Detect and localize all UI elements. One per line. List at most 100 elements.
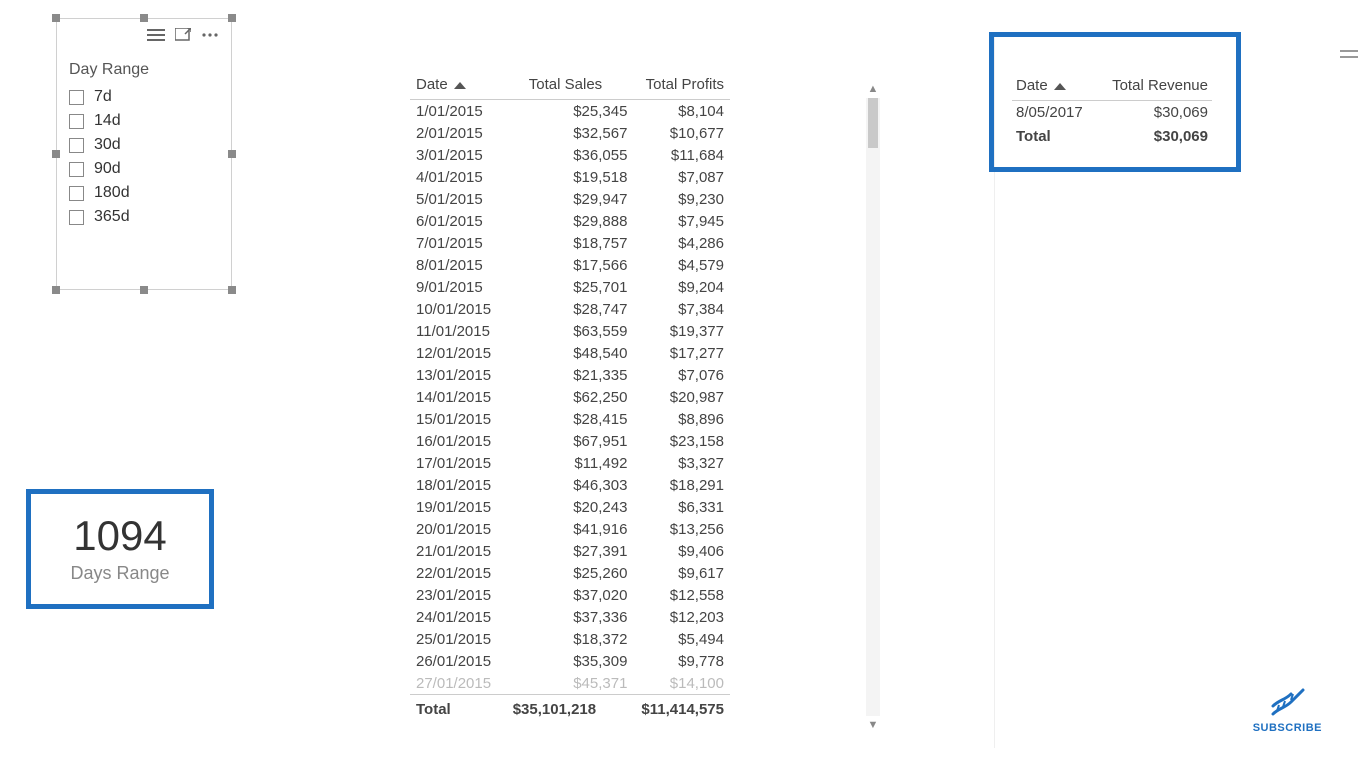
- revenue-table[interactable]: Date Total Revenue 8/05/2017$30,069Total…: [1012, 73, 1212, 148]
- slicer-option[interactable]: 7d: [69, 85, 219, 109]
- cell-date: 18/01/2015: [410, 474, 537, 496]
- cell-date: 20/01/2015: [410, 518, 537, 540]
- cell-sales: $29,947: [537, 188, 634, 210]
- cell-date: 5/01/2015: [410, 188, 537, 210]
- cell-sales: $25,260: [537, 562, 634, 584]
- cell-profits: $23,158: [633, 430, 730, 452]
- scroll-track[interactable]: [866, 98, 880, 716]
- table-row[interactable]: 16/01/2015$67,951$23,158: [410, 430, 730, 452]
- table-row[interactable]: 11/01/2015$63,559$19,377: [410, 320, 730, 342]
- table-row[interactable]: 5/01/2015$29,947$9,230: [410, 188, 730, 210]
- cell-date: 7/01/2015: [410, 232, 537, 254]
- scroll-up-icon[interactable]: ▲: [866, 82, 880, 96]
- table-row[interactable]: 13/01/2015$21,335$7,076: [410, 364, 730, 386]
- days-range-card[interactable]: 1094 Days Range: [26, 489, 214, 609]
- slicer-option[interactable]: 90d: [69, 157, 219, 181]
- resize-handle[interactable]: [140, 286, 148, 294]
- table-total-row: Total $35,101,218 $11,414,575: [410, 695, 730, 721]
- subscribe-badge[interactable]: SUBSCRIBE: [1253, 686, 1322, 734]
- cell-profits: $9,406: [633, 540, 730, 562]
- cell-profits: $9,778: [633, 650, 730, 672]
- cell-sales: $32,567: [537, 122, 634, 144]
- total-label: Total: [1012, 124, 1096, 148]
- table-row[interactable]: 26/01/2015$35,309$9,778: [410, 650, 730, 672]
- table-row[interactable]: 22/01/2015$25,260$9,617: [410, 562, 730, 584]
- cell-date: 8/05/2017: [1012, 101, 1096, 125]
- table-row[interactable]: 12/01/2015$48,540$17,277: [410, 342, 730, 364]
- more-options-icon[interactable]: [201, 32, 219, 38]
- day-range-slicer[interactable]: Day Range 7d 14d30d90d180d365d: [56, 18, 232, 290]
- table-row[interactable]: 6/01/2015$29,888$7,945: [410, 210, 730, 232]
- slicer-option-label: 7d: [94, 88, 112, 106]
- table-row[interactable]: 14/01/2015$62,250$20,987: [410, 386, 730, 408]
- vertical-scrollbar[interactable]: ▲ ▼: [866, 82, 880, 732]
- scroll-thumb[interactable]: [868, 98, 878, 148]
- checkbox-icon[interactable]: [69, 186, 84, 201]
- resize-handle[interactable]: [52, 286, 60, 294]
- resize-handle[interactable]: [228, 150, 236, 158]
- table-row[interactable]: 9/01/2015$25,701$9,204: [410, 276, 730, 298]
- cell-profits: $7,945: [633, 210, 730, 232]
- revenue-panel[interactable]: Date Total Revenue 8/05/2017$30,069Total…: [994, 34, 1364, 748]
- sales-profits-table[interactable]: Date Total Sales Total Profits 1/01/2015…: [410, 72, 880, 752]
- table-row[interactable]: 8/01/2015$17,566$4,579: [410, 254, 730, 276]
- table-row[interactable]: 10/01/2015$28,747$7,384: [410, 298, 730, 320]
- cell-profits: $7,087: [633, 166, 730, 188]
- scroll-down-icon[interactable]: ▼: [866, 718, 880, 732]
- cell-date: 12/01/2015: [410, 342, 537, 364]
- slicer-option[interactable]: 180d: [69, 181, 219, 205]
- resize-handle[interactable]: [228, 286, 236, 294]
- table-row[interactable]: 20/01/2015$41,916$13,256: [410, 518, 730, 540]
- table-row[interactable]: 17/01/2015$11,492$3,327: [410, 452, 730, 474]
- col-profits[interactable]: Total Profits: [608, 72, 730, 100]
- table-row[interactable]: 18/01/2015$46,303$18,291: [410, 474, 730, 496]
- cell-sales: $37,020: [537, 584, 634, 606]
- col-sales[interactable]: Total Sales: [493, 72, 608, 100]
- col-date[interactable]: Date: [410, 72, 493, 100]
- table-row[interactable]: 7/01/2015$18,757$4,286: [410, 232, 730, 254]
- table-row[interactable]: 19/01/2015$20,243$6,331: [410, 496, 730, 518]
- cell-sales: $21,335: [537, 364, 634, 386]
- table-row[interactable]: 3/01/2015$36,055$11,684: [410, 144, 730, 166]
- slicer-title: Day Range: [57, 51, 231, 85]
- checkbox-icon[interactable]: [69, 210, 84, 225]
- cell-date: 2/01/2015: [410, 122, 537, 144]
- cell-profits: $4,286: [633, 232, 730, 254]
- table-row[interactable]: 8/05/2017$30,069: [1012, 101, 1212, 125]
- checkbox-icon[interactable]: [69, 90, 84, 105]
- checkbox-icon[interactable]: [69, 162, 84, 177]
- table-row[interactable]: 23/01/2015$37,020$12,558: [410, 584, 730, 606]
- table-row[interactable]: 2/01/2015$32,567$10,677: [410, 122, 730, 144]
- drag-handle-icon[interactable]: [1340, 46, 1358, 64]
- table-row[interactable]: 21/01/2015$27,391$9,406: [410, 540, 730, 562]
- focus-mode-icon[interactable]: [175, 28, 191, 42]
- cell-date: 19/01/2015: [410, 496, 537, 518]
- cell-revenue: $30,069: [1096, 101, 1212, 125]
- resize-handle[interactable]: [52, 150, 60, 158]
- subscribe-label: SUBSCRIBE: [1253, 722, 1322, 734]
- cell-sales: $67,951: [537, 430, 634, 452]
- rev-col-revenue[interactable]: Total Revenue: [1096, 73, 1212, 101]
- rev-col-date[interactable]: Date: [1012, 73, 1096, 101]
- cell-date: 4/01/2015: [410, 166, 537, 188]
- cell-date: 1/01/2015: [410, 100, 537, 122]
- slicer-option[interactable]: 365d: [69, 205, 219, 229]
- total-revenue: $30,069: [1096, 124, 1212, 148]
- menu-icon[interactable]: [147, 29, 165, 41]
- slicer-option[interactable]: 30d: [69, 133, 219, 157]
- checkbox-icon[interactable]: [69, 138, 84, 153]
- slicer-option[interactable]: 14d: [69, 109, 219, 133]
- card-value: 1094: [73, 515, 166, 557]
- table-row[interactable]: 4/01/2015$19,518$7,087: [410, 166, 730, 188]
- table-row[interactable]: 25/01/2015$18,372$5,494: [410, 628, 730, 650]
- checkbox-icon[interactable]: [69, 114, 84, 129]
- table-row[interactable]: 15/01/2015$28,415$8,896: [410, 408, 730, 430]
- revenue-table-highlight: Date Total Revenue 8/05/2017$30,069Total…: [989, 32, 1241, 172]
- cell-profits: $8,104: [633, 100, 730, 122]
- table-row[interactable]: 1/01/2015$25,345$8,104: [410, 100, 730, 122]
- table-row[interactable]: 27/01/2015$45,371$14,100: [410, 672, 730, 694]
- cell-sales: $29,888: [537, 210, 634, 232]
- table-row[interactable]: 24/01/2015$37,336$12,203: [410, 606, 730, 628]
- cell-date: 17/01/2015: [410, 452, 537, 474]
- cell-profits: $6,331: [633, 496, 730, 518]
